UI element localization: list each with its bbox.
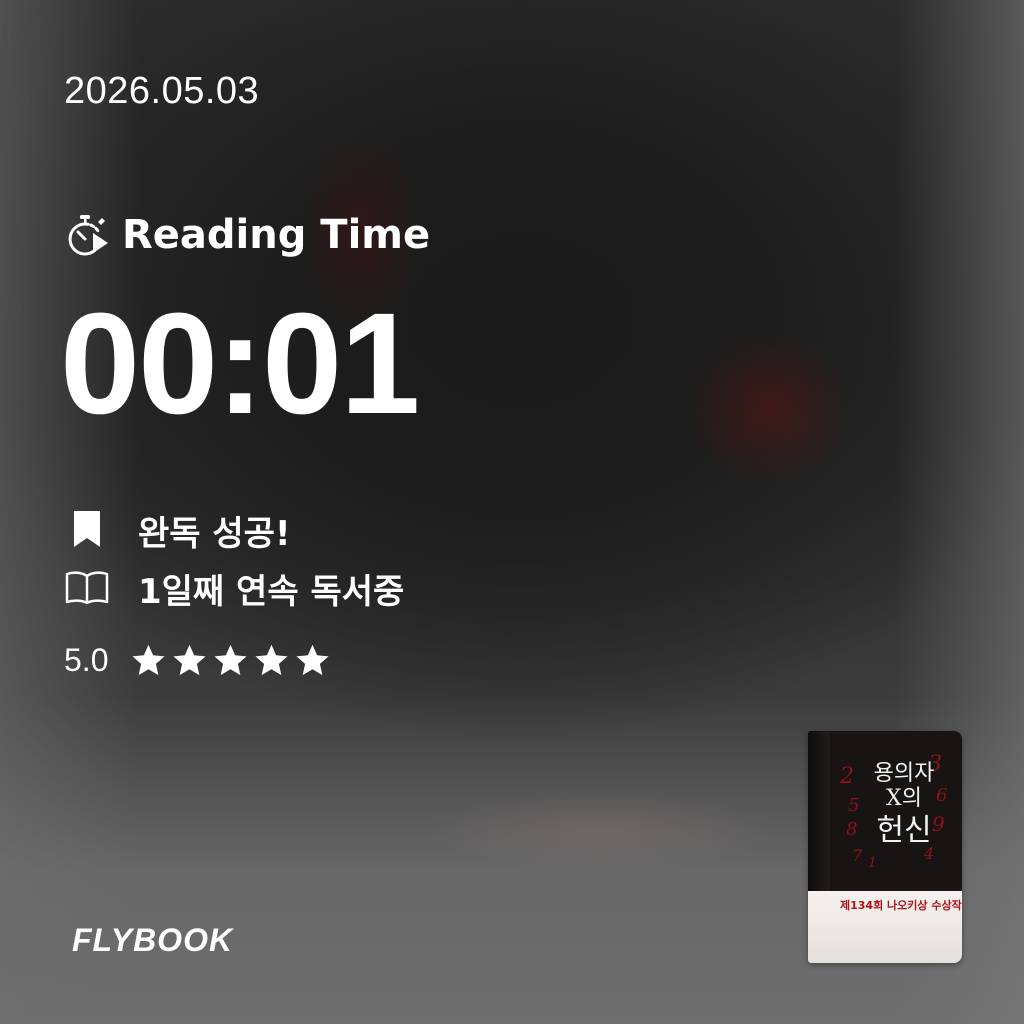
star-icon bbox=[214, 644, 248, 676]
rating: 5.0 bbox=[64, 642, 331, 679]
brand-logo: FLYBOOK bbox=[72, 922, 234, 958]
bookmark-icon bbox=[64, 509, 110, 553]
stopwatch-play-icon bbox=[64, 212, 110, 258]
completion-label: 완독 성공! bbox=[138, 514, 291, 554]
reading-time-label: Reading Time bbox=[122, 212, 431, 258]
svg-text:1: 1 bbox=[868, 855, 877, 871]
book-title-line1: 용의자 bbox=[873, 761, 935, 786]
reading-time-value: 00:01 bbox=[60, 283, 420, 444]
book-cover: 2 5 8 7 3 6 9 4 1 용의자 X의 헌신 제134회 나오키상 수… bbox=[808, 731, 962, 963]
completion-status: 완독 성공! bbox=[64, 506, 290, 555]
star-icon bbox=[296, 644, 330, 676]
book-title: 용의자 X의 헌신 bbox=[848, 761, 960, 848]
rating-value: 5.0 bbox=[64, 642, 109, 678]
book-title-line2: X의 bbox=[886, 786, 922, 812]
reading-date: 2026.05.03 bbox=[64, 70, 260, 112]
book-title-line3: 헌신 bbox=[876, 812, 932, 848]
star-icon bbox=[173, 644, 207, 676]
svg-text:7: 7 bbox=[852, 846, 863, 865]
share-card: 2026.05.03 Reading Time 00:01 완독 성공! 1일째… bbox=[0, 0, 1024, 1024]
reading-streak: 1일째 연속 독서중 bbox=[64, 564, 404, 613]
streak-label: 1일째 연속 독서중 bbox=[138, 572, 405, 612]
open-book-icon bbox=[64, 567, 110, 611]
book-award: 제134회 나오키상 수상작 bbox=[840, 899, 962, 912]
reading-time-header: Reading Time bbox=[64, 212, 430, 258]
star-icon bbox=[132, 644, 166, 676]
star-icon bbox=[255, 644, 289, 676]
star-rating bbox=[130, 642, 331, 679]
